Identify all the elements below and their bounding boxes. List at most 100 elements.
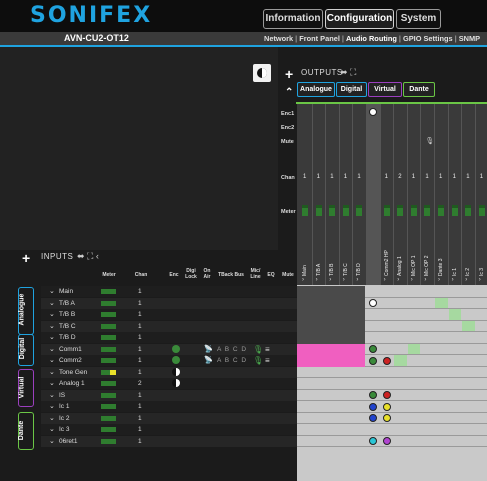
input-row[interactable]: ⌄ IS 1 <box>41 389 297 401</box>
crosspoint-indicator-icon[interactable] <box>382 356 391 365</box>
on-air-icon[interactable]: 📡 <box>204 355 213 366</box>
chevron-down-icon[interactable]: ⌄ <box>49 390 55 401</box>
crosspoint-indicator-icon[interactable] <box>369 356 377 365</box>
output-tab-digital[interactable]: Digital <box>336 82 367 97</box>
crosspoint-indicator-icon[interactable] <box>369 391 377 399</box>
matrix-dark-region <box>297 286 365 344</box>
chevron-right-icon[interactable]: › <box>384 277 386 283</box>
crosspoint-indicator-icon[interactable] <box>382 437 391 445</box>
contrast-toggle-icon[interactable] <box>253 64 271 82</box>
matrix-cell-route[interactable] <box>407 343 421 354</box>
talkback-bus-letters[interactable]: A B C D <box>217 355 247 366</box>
chevron-right-icon[interactable]: › <box>316 277 318 283</box>
enc-knob-icon[interactable] <box>172 356 180 364</box>
on-air-icon[interactable]: 📡 <box>204 344 213 355</box>
chevron-right-icon[interactable]: › <box>397 277 399 283</box>
chevron-right-icon[interactable]: › <box>302 277 304 283</box>
enc-knob-icon[interactable] <box>172 344 180 353</box>
input-tab-virtual[interactable]: Virtual <box>18 369 34 407</box>
talkback-bus-letters[interactable]: A B C D <box>217 344 247 355</box>
chevron-down-icon[interactable]: ⌄ <box>49 413 55 424</box>
add-input-icon[interactable]: + <box>22 251 30 265</box>
mic-mute-icon[interactable]: 🎙 <box>425 137 434 145</box>
chevron-down-icon[interactable]: ⌄ <box>49 401 55 412</box>
expand-collapse-input-icons[interactable]: ⬌ ⛶ ‹ <box>77 251 99 262</box>
crosspoint-indicator-icon[interactable] <box>369 437 377 445</box>
input-row[interactable]: ⌄ Analog 1 2 <box>41 378 297 389</box>
chevron-down-icon[interactable]: ⌄ <box>49 286 55 297</box>
chevron-down-icon[interactable]: ⌄ <box>49 378 55 389</box>
input-row[interactable]: ⌄ Tone Gen 1 <box>41 366 297 378</box>
input-row[interactable]: ⌄ T/B A 1 <box>41 297 297 309</box>
chevron-right-icon[interactable]: › <box>356 277 358 283</box>
chevron-right-icon[interactable]: › <box>424 277 426 283</box>
crosspoint-indicator-icon[interactable] <box>369 345 377 353</box>
input-row[interactable]: ⌄ Comm2 1 📡 A B C D 🎙 ≡ <box>41 355 297 366</box>
output-tab-virtual[interactable]: Virtual <box>368 82 402 97</box>
tab-system[interactable]: System <box>396 9 441 29</box>
chevron-right-icon[interactable]: › <box>479 277 481 283</box>
chevron-down-icon[interactable]: ⌄ <box>49 298 55 309</box>
output-tab-analogue[interactable]: Analogue <box>297 82 335 97</box>
matrix-cell-route[interactable] <box>448 309 462 320</box>
input-row[interactable]: ⌄ T/B C 1 <box>41 320 297 332</box>
expand-collapse-icons[interactable]: ⬌ ⛶ <box>340 67 356 78</box>
mic-icon[interactable]: 🎙 <box>253 355 263 366</box>
chevron-right-icon[interactable]: › <box>452 277 454 283</box>
subnav-network[interactable]: Network <box>264 34 293 43</box>
tab-information[interactable]: Information <box>263 9 323 29</box>
chevron-down-icon[interactable]: ⌄ <box>49 436 55 447</box>
input-row[interactable]: ⌄ T/B D 1 <box>41 332 297 343</box>
input-tab-digital[interactable]: Digital <box>18 334 34 366</box>
input-row[interactable]: ⌄ 06ret1 1 <box>41 435 297 447</box>
chevron-down-icon[interactable]: ⌄ <box>49 367 55 378</box>
input-row-name: 06ret1 <box>59 437 78 445</box>
subnav-audio-routing[interactable]: Audio Routing <box>346 34 397 43</box>
chevron-down-icon[interactable]: ⌄ <box>49 321 55 332</box>
enc-toggle-icon[interactable] <box>172 379 180 387</box>
chevron-down-icon[interactable]: ⌄ <box>49 424 55 435</box>
input-tab-analogue[interactable]: Analogue <box>18 287 34 335</box>
subnav-front-panel[interactable]: Front Panel <box>299 34 340 43</box>
input-row[interactable]: ⌄ Ic 1 1 <box>41 401 297 412</box>
chevron-right-icon[interactable]: › <box>329 277 331 283</box>
row-label-enc2: Enc2 <box>281 125 295 131</box>
input-chan-value: 1 <box>138 391 142 399</box>
mic-icon[interactable]: 🎙 <box>253 344 263 355</box>
add-output-icon[interactable]: + <box>285 67 293 81</box>
output-tab-dante[interactable]: Dante <box>403 82 435 97</box>
input-row[interactable]: ⌄ Comm1 1 📡 A B C D 🎙 ≡ <box>41 343 297 355</box>
input-meter <box>101 358 116 363</box>
subnav-gpio-settings[interactable]: GPIO Settings <box>403 34 453 43</box>
matrix-cell-route[interactable] <box>435 297 448 308</box>
input-row[interactable]: ⌄ Ic 3 1 <box>41 424 297 435</box>
crosspoint-indicator-icon[interactable] <box>369 402 377 411</box>
crosspoint-indicator-icon[interactable] <box>369 299 377 307</box>
chevron-down-icon[interactable]: ⌄ <box>49 355 55 366</box>
matrix-cell-route[interactable] <box>462 320 475 331</box>
matrix-cell-route[interactable] <box>394 355 407 366</box>
eq-menu-icon[interactable]: ≡ <box>265 344 270 355</box>
input-row[interactable]: ⌄ Main 1 <box>41 286 297 297</box>
crosspoint-indicator-icon[interactable] <box>369 414 377 422</box>
chevron-down-icon[interactable]: ⌄ <box>49 332 55 343</box>
crosspoint-indicator-icon[interactable] <box>382 391 391 399</box>
output-column-label: Mic OP 2 <box>424 255 431 276</box>
chevron-right-icon[interactable]: › <box>438 277 440 283</box>
chevron-right-icon[interactable]: › <box>343 277 345 283</box>
crosspoint-indicator-icon[interactable] <box>382 402 391 411</box>
chevron-down-icon[interactable]: ⌄ <box>49 309 55 320</box>
chevron-right-icon[interactable]: › <box>465 277 467 283</box>
subnav-snmp[interactable]: SNMP <box>459 34 480 43</box>
enc-toggle-icon[interactable] <box>172 367 180 376</box>
input-row[interactable]: ⌄ T/B B 1 <box>41 309 297 320</box>
crosspoint-indicator-icon[interactable] <box>382 414 391 422</box>
tab-configuration[interactable]: Configuration <box>325 9 394 29</box>
input-chan-value: 1 <box>138 334 142 341</box>
input-row[interactable]: ⌄ Ic 2 1 <box>41 412 297 424</box>
chevron-right-icon[interactable]: › <box>411 277 413 283</box>
input-tab-dante[interactable]: Dante <box>18 412 34 450</box>
chevron-up-icon[interactable]: ⌃ <box>285 87 293 98</box>
eq-menu-icon[interactable]: ≡ <box>265 355 270 366</box>
chevron-down-icon[interactable]: ⌄ <box>49 344 55 355</box>
